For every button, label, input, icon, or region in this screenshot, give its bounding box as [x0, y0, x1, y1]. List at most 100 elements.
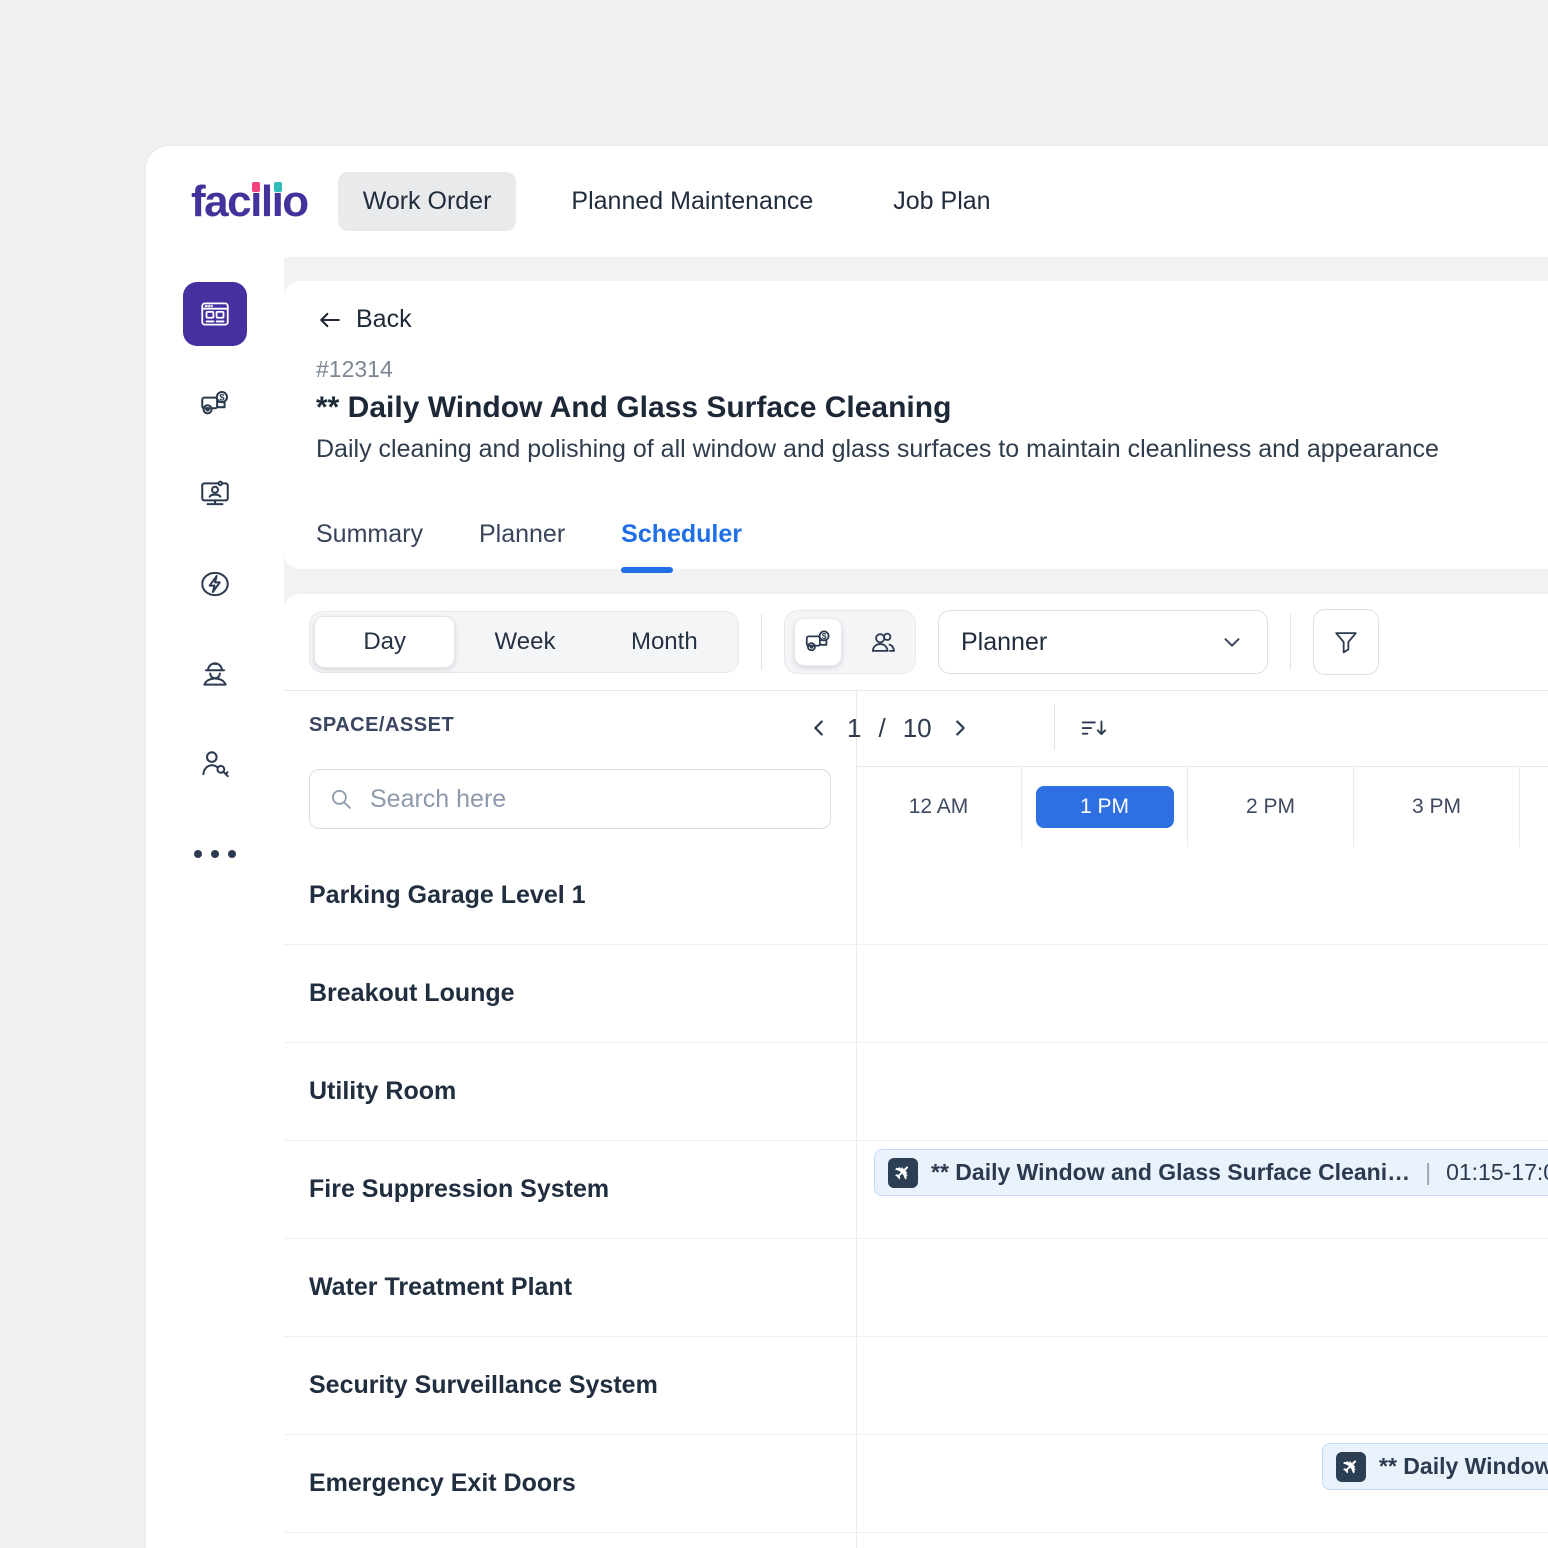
view-mode-week[interactable]: Week	[455, 617, 594, 667]
event-separator: |	[1425, 1159, 1431, 1186]
logo-text: fac	[191, 177, 250, 227]
app-window: facılıo Work Order Planned Maintenance J…	[145, 145, 1548, 1548]
row-label: Emergency Exit Doors	[309, 1469, 576, 1498]
facilio-logo: facılıo	[191, 177, 308, 227]
space-asset-header: SPACE/ASSET	[309, 714, 454, 737]
pagination-total: 10	[903, 713, 932, 744]
logo-text: o	[282, 177, 307, 227]
row-water-treatment[interactable]: Water Treatment Plant	[284, 1239, 1548, 1337]
scheduler-toolbar: Day Week Month	[284, 594, 1548, 691]
filter-funnel-icon	[1331, 627, 1361, 657]
view-mode-month[interactable]: Month	[595, 617, 734, 667]
header-divider	[1054, 704, 1055, 750]
pagination-separator: /	[878, 713, 885, 744]
row-parking-garage[interactable]: Parking Garage Level 1	[284, 847, 1548, 945]
search-input[interactable]	[368, 784, 812, 815]
sidebar-item-more[interactable]	[194, 850, 236, 858]
svg-text:$: $	[821, 631, 826, 641]
tab-summary[interactable]: Summary	[316, 520, 423, 555]
filter-button[interactable]	[1313, 609, 1379, 675]
sidebar: $	[146, 257, 284, 1548]
nav-planned-maintenance[interactable]: Planned Maintenance	[546, 172, 838, 231]
person-key-icon	[198, 747, 232, 781]
toolbar-divider	[1290, 614, 1291, 670]
search-icon	[328, 786, 354, 812]
time-label: 12 AM	[909, 795, 969, 819]
row-utility-room[interactable]: Utility Room	[284, 1043, 1548, 1141]
work-order-id: #12314	[316, 356, 1548, 383]
tab-planner[interactable]: Planner	[479, 520, 565, 555]
logo-text: l	[261, 177, 272, 227]
row-security-surveillance[interactable]: Security Surveillance System	[284, 1337, 1548, 1435]
space-asset-pagination: 1 / 10	[808, 706, 971, 750]
planner-select[interactable]: Planner	[938, 610, 1268, 674]
sidebar-item-workforce[interactable]	[183, 642, 247, 706]
time-slot-3pm[interactable]: 3 PM	[1354, 767, 1520, 847]
time-slot-1pm: 1 PM	[1022, 767, 1188, 847]
back-button[interactable]: Back	[316, 305, 446, 334]
sidebar-item-energy[interactable]	[183, 552, 247, 616]
people-icon	[868, 627, 898, 657]
event-chip-fire-suppression[interactable]: ✈ ** Daily Window and Glass Surface Clea…	[874, 1149, 1548, 1196]
event-title: ** Daily Window	[1379, 1453, 1548, 1480]
plane-icon: ✈	[888, 1158, 918, 1188]
visitor-screen-icon	[198, 477, 232, 511]
event-time: 01:15-17:00	[1446, 1159, 1548, 1186]
more-dots-icon	[211, 850, 219, 858]
content-area: Back #12314 ** Daily Window And Glass Su…	[284, 257, 1548, 1548]
asset-cost-icon: $	[198, 387, 232, 421]
sidebar-item-visitor[interactable]	[183, 462, 247, 526]
row-label: Water Treatment Plant	[309, 1273, 572, 1302]
sidebar-item-asset-cost[interactable]: $	[183, 372, 247, 436]
asset-cost-icon: $	[803, 627, 833, 657]
time-slot-1pm-selected[interactable]: 1 PM	[1036, 786, 1174, 828]
scheduler-card: Day Week Month	[284, 594, 1548, 1548]
sort-button[interactable]	[1070, 706, 1116, 750]
back-arrow-icon	[316, 306, 344, 334]
pagination-current: 1	[847, 713, 861, 744]
more-dots-icon	[228, 850, 236, 858]
back-label: Back	[356, 305, 412, 334]
event-chip-emergency-exit[interactable]: ✈ ** Daily Window	[1322, 1443, 1548, 1490]
group-by-asset-button[interactable]: $	[794, 618, 842, 666]
tab-scheduler[interactable]: Scheduler	[621, 520, 742, 555]
svg-text:$: $	[219, 392, 225, 403]
row-label: Breakout Lounge	[309, 979, 515, 1008]
toolbar-divider	[761, 614, 762, 670]
event-title: ** Daily Window and Glass Surface Cleani…	[931, 1159, 1410, 1186]
time-header: 12 AM 1 PM 2 PM 3 PM	[856, 766, 1548, 847]
view-mode-day[interactable]: Day	[314, 616, 455, 668]
time-slot-2pm[interactable]: 2 PM	[1188, 767, 1354, 847]
nav-job-plan[interactable]: Job Plan	[868, 172, 1015, 231]
row-label: Parking Garage Level 1	[309, 881, 586, 910]
pagination-prev-button[interactable]	[808, 717, 830, 739]
logo-i-pink-dot: ı	[250, 177, 261, 227]
plane-icon: ✈	[1336, 1452, 1366, 1482]
time-slot-12am[interactable]: 12 AM	[856, 767, 1022, 847]
work-order-header-card: Back #12314 ** Daily Window And Glass Su…	[284, 281, 1548, 569]
sidebar-item-dashboard[interactable]	[183, 282, 247, 346]
row-label: Fire Suppression System	[309, 1175, 609, 1204]
sort-icon	[1078, 713, 1108, 743]
work-order-title: ** Daily Window And Glass Surface Cleani…	[316, 391, 1548, 425]
workforce-hardhat-icon	[198, 657, 232, 691]
search-box	[309, 769, 831, 829]
nav-work-order[interactable]: Work Order	[338, 172, 517, 231]
row-partial	[284, 1533, 1548, 1548]
group-by-people-button[interactable]	[859, 618, 907, 666]
pagination-next-button[interactable]	[949, 717, 971, 739]
chevron-down-icon	[1219, 629, 1245, 655]
energy-icon	[198, 567, 232, 601]
work-order-tabs: Summary Planner Scheduler	[316, 520, 1548, 555]
top-nav: Work Order Planned Maintenance Job Plan	[338, 172, 1016, 231]
row-label: Utility Room	[309, 1077, 456, 1106]
more-dots-icon	[194, 850, 202, 858]
view-mode-switcher: Day Week Month	[309, 611, 739, 673]
dashboard-icon	[198, 297, 232, 331]
time-label: 2 PM	[1246, 795, 1295, 819]
group-by-switcher: $	[784, 610, 916, 674]
logo-i-teal-dot: ı	[272, 177, 283, 227]
row-breakout-lounge[interactable]: Breakout Lounge	[284, 945, 1548, 1043]
time-slot-next	[1520, 767, 1548, 847]
sidebar-item-tenant-key[interactable]	[183, 732, 247, 796]
